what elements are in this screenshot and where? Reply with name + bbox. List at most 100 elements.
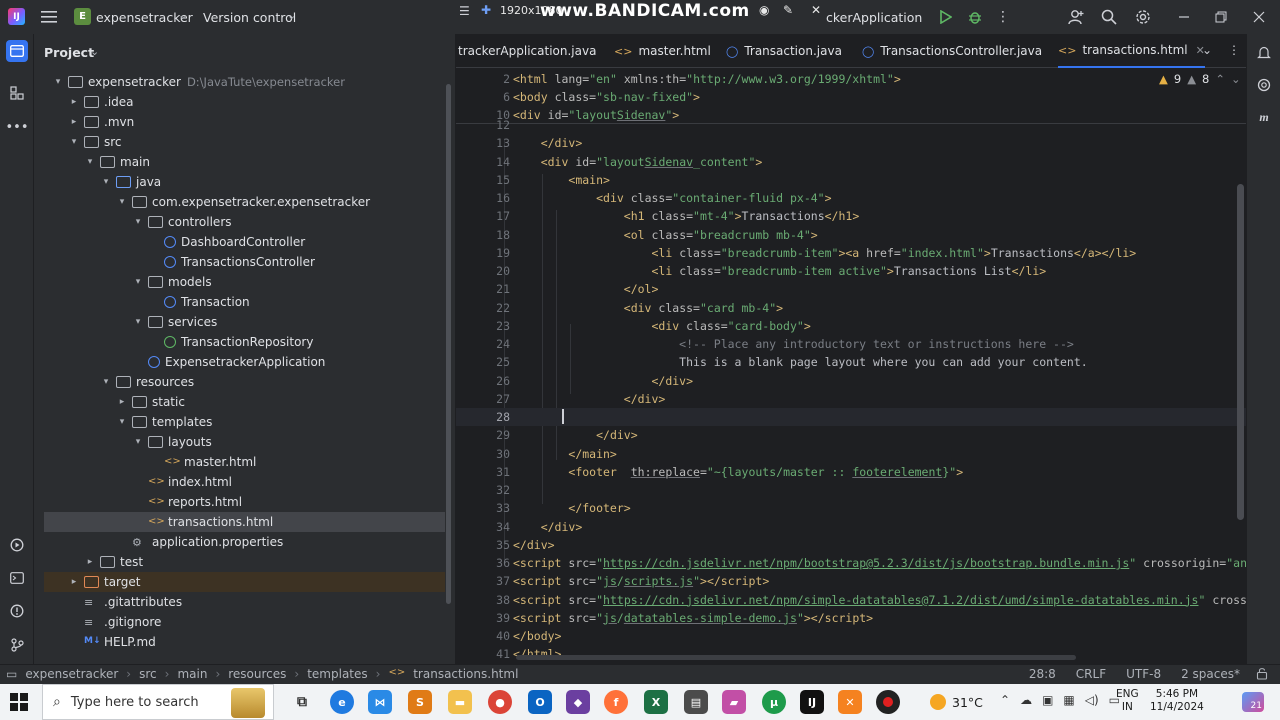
- editor-scrollbar[interactable]: [1237, 184, 1244, 520]
- caret-position[interactable]: 28:8: [1029, 667, 1056, 681]
- expand-arrow-icon[interactable]: ▾: [132, 217, 144, 227]
- tree-item[interactable]: ≡ .gitattributes: [44, 592, 445, 612]
- more-tools-icon[interactable]: •••: [6, 116, 29, 138]
- tree-item[interactable]: <> index.html: [44, 472, 445, 492]
- structure-tool-icon[interactable]: [6, 82, 28, 104]
- expand-arrow-icon[interactable]: ▾: [116, 417, 128, 427]
- tree-item[interactable]: <> master.html: [44, 452, 445, 472]
- notifications-icon[interactable]: [1255, 44, 1273, 62]
- breadcrumb-item[interactable]: templates: [307, 667, 367, 681]
- code-line[interactable]: </footer>: [513, 501, 630, 515]
- project-badge[interactable]: E: [74, 8, 91, 25]
- vscode-icon[interactable]: ⋈: [368, 690, 392, 714]
- code-line[interactable]: <li class="breadcrumb-item active">Trans…: [513, 264, 1046, 278]
- code-line[interactable]: <script src="https://cdn.jsdelivr.net/np…: [513, 556, 1246, 570]
- breadcrumb-item[interactable]: expensetracker: [25, 667, 118, 681]
- lock-icon[interactable]: [1256, 667, 1268, 683]
- indent-setting[interactable]: 2 spaces*: [1181, 667, 1240, 681]
- expand-arrow-icon[interactable]: ▾: [52, 77, 64, 87]
- code-line[interactable]: </div>: [513, 428, 638, 442]
- app-icon[interactable]: ▰: [722, 690, 746, 714]
- code-area[interactable]: 12 13 </div> 14 <div id="layoutSidenav_con…: [456, 118, 1246, 664]
- firefox-icon[interactable]: f: [604, 690, 628, 714]
- gear-icon[interactable]: [1134, 8, 1152, 26]
- chevron-down-icon[interactable]: ⌄: [1202, 43, 1212, 57]
- chevron-up-icon[interactable]: ⌃: [1000, 693, 1010, 707]
- tree-item[interactable]: ▸ .mvn: [44, 112, 445, 132]
- ai-assistant-icon[interactable]: [1255, 76, 1273, 94]
- sticky-code-line[interactable]: <div id="layoutSidenav">: [513, 108, 679, 122]
- editor-tab[interactable]: ◯ Transaction.java: [726, 34, 842, 68]
- run-icon[interactable]: [937, 8, 955, 26]
- notification-center[interactable]: 21: [1242, 692, 1264, 712]
- chevron-down-icon[interactable]: ⌄: [1231, 72, 1241, 86]
- chevron-down-icon[interactable]: ⌄: [90, 45, 99, 58]
- code-line[interactable]: <div class="card-body">: [513, 319, 810, 333]
- more-icon[interactable]: ⋮: [1228, 43, 1240, 57]
- breadcrumb-item[interactable]: main: [177, 667, 207, 681]
- tree-item[interactable]: ExpensetrackerApplication: [44, 352, 445, 372]
- git-tool-icon[interactable]: [6, 634, 28, 656]
- recorder-taskbar-icon[interactable]: [876, 690, 900, 714]
- code-line[interactable]: </div>: [513, 538, 555, 552]
- code-line[interactable]: <!-- Place any introductory text or inst…: [513, 337, 1074, 351]
- network-icon[interactable]: ▦: [1063, 693, 1074, 707]
- language-indicator[interactable]: ENG IN: [1116, 688, 1139, 714]
- collapse-arrow-icon[interactable]: ▸: [68, 577, 80, 587]
- tree-item[interactable]: ▾ java: [44, 172, 445, 192]
- expand-arrow-icon[interactable]: ▾: [132, 277, 144, 287]
- code-line[interactable]: </div>: [513, 136, 583, 150]
- tree-item[interactable]: <> transactions.html: [44, 512, 445, 532]
- editor-tab[interactable]: ◯ TransactionsController.java: [862, 34, 1042, 68]
- tree-item[interactable]: ⚙ application.properties: [44, 532, 445, 552]
- version-control-menu[interactable]: Version control: [203, 10, 296, 25]
- tree-item[interactable]: Transaction: [44, 292, 445, 312]
- app-icon[interactable]: ▤: [684, 690, 708, 714]
- clock[interactable]: 5:46 PM 11/4/2024: [1150, 688, 1204, 714]
- tree-item[interactable]: ▾ expensetracker D:\JavaTute\expensetracke…: [44, 72, 445, 92]
- code-line[interactable]: <script src="js/scripts.js"></script>: [513, 574, 769, 588]
- run-configuration-selector[interactable]: ckerApplication: [826, 10, 922, 25]
- tray-app-icon[interactable]: ▣: [1042, 693, 1053, 707]
- code-line[interactable]: <ol class="breadcrumb mb-4">: [513, 228, 818, 242]
- app-icon[interactable]: ◆: [566, 690, 590, 714]
- tree-item[interactable]: M↓ HELP.md: [44, 632, 445, 652]
- chevron-up-icon[interactable]: ⌃: [1215, 72, 1225, 86]
- tree-item[interactable]: ▾ services: [44, 312, 445, 332]
- tree-item[interactable]: ▾ resources: [44, 372, 445, 392]
- sticky-code-line[interactable]: <html lang="en" xmlns:th="http://www.w3.…: [513, 72, 901, 86]
- problems-tool-icon[interactable]: [6, 600, 28, 622]
- tree-item[interactable]: ▾ layouts: [44, 432, 445, 452]
- maven-icon[interactable]: m: [1255, 108, 1273, 126]
- xampp-icon[interactable]: ✕: [838, 690, 862, 714]
- expand-arrow-icon[interactable]: ▾: [100, 177, 112, 187]
- editor-tab[interactable]: <> master.html: [614, 34, 711, 68]
- maximize-icon[interactable]: [1212, 8, 1230, 26]
- collapse-arrow-icon[interactable]: ▸: [68, 97, 80, 107]
- tree-item[interactable]: ▸ static: [44, 392, 445, 412]
- panel-scrollbar[interactable]: [446, 84, 451, 604]
- editor-tab[interactable]: trackerApplication.java: [458, 34, 596, 68]
- volume-icon[interactable]: ◁): [1085, 693, 1099, 707]
- code-line[interactable]: <div id="layoutSidenav_content">: [513, 155, 763, 169]
- line-separator[interactable]: CRLF: [1076, 667, 1106, 681]
- excel-icon[interactable]: X: [644, 690, 668, 714]
- taskbar-search[interactable]: ⌕ Type here to search: [42, 684, 274, 720]
- breadcrumb-item[interactable]: src: [139, 667, 157, 681]
- breadcrumb-item[interactable]: transactions.html: [413, 667, 518, 681]
- code-line[interactable]: </ol>: [513, 282, 659, 296]
- inspections-widget[interactable]: ▲ 9 ▲ 8 ⌃ ⌄: [1159, 72, 1241, 86]
- tree-item[interactable]: TransactionRepository: [44, 332, 445, 352]
- code-line[interactable]: </div>: [513, 520, 583, 534]
- code-line[interactable]: </main>: [513, 447, 616, 461]
- sticky-code-line[interactable]: <body class="sb-nav-fixed">: [513, 90, 700, 104]
- user-icon[interactable]: [1067, 8, 1085, 26]
- file-encoding[interactable]: UTF-8: [1126, 667, 1161, 681]
- expand-arrow-icon[interactable]: ▾: [100, 377, 112, 387]
- chevron-down-icon[interactable]: ⌄: [287, 9, 296, 22]
- weather-widget[interactable]: 31°C: [930, 694, 983, 710]
- expand-arrow-icon[interactable]: ▾: [84, 157, 96, 167]
- debug-icon[interactable]: [966, 8, 984, 26]
- expand-arrow-icon[interactable]: ▾: [116, 197, 128, 207]
- editor-horizontal-scrollbar[interactable]: [516, 655, 1076, 660]
